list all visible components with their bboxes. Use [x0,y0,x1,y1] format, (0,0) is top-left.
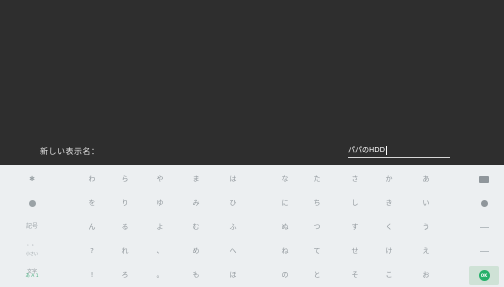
kana-key[interactable]: け [374,239,404,263]
dash-key[interactable] [466,239,502,263]
kana-key[interactable]: め [181,239,211,263]
kana-key[interactable]: ? [77,239,107,263]
kana-key[interactable]: ! [77,263,107,287]
kana-key[interactable]: す [340,215,370,239]
kana-key[interactable]: ま [181,167,211,191]
keyboard-row-1: ✱ わ ら や ま は な た さ か あ [0,167,504,191]
kana-key[interactable]: れ [110,239,140,263]
kana-key[interactable]: く [374,215,404,239]
symbols-key[interactable]: 記号 [14,215,50,239]
kana-key[interactable]: ろ [110,263,140,287]
kana-key[interactable]: ぬ [270,215,300,239]
kana-key[interactable]: り [110,191,140,215]
kana-key[interactable]: へ [218,239,248,263]
kana-key[interactable]: あ [411,167,441,191]
dash-icon [479,250,489,252]
kana-key[interactable]: に [270,191,300,215]
cursor-right-icon [480,199,488,207]
star-key[interactable]: ✱ [14,167,50,191]
keyboard-row-4: ゛゜ 小さい ? れ 、 め へ ね て せ け え [0,239,504,263]
enter-button[interactable]: OK [466,263,502,287]
kana-key[interactable]: む [181,215,211,239]
backspace-icon [479,175,489,183]
kana-key[interactable]: を [77,191,107,215]
kana-key[interactable]: ら [110,167,140,191]
enter-icon: OK [478,269,490,281]
kana-key[interactable]: い [411,191,441,215]
kana-key[interactable]: か [374,167,404,191]
kana-key[interactable]: や [145,167,175,191]
keyboard-row-5: 文字 あ A 1 ! ろ 。 も ほ の と そ こ お OK [0,263,504,287]
kana-key[interactable]: ゆ [145,191,175,215]
star-icon: ✱ [29,174,35,183]
kana-key[interactable]: み [181,191,211,215]
kana-key[interactable]: せ [340,239,370,263]
kana-key[interactable]: ね [270,239,300,263]
kana-key[interactable]: わ [77,167,107,191]
kana-key[interactable]: こ [374,263,404,287]
kana-key[interactable]: る [110,215,140,239]
kana-key[interactable]: そ [340,263,370,287]
kana-key[interactable]: 、 [145,239,175,263]
display-name-input[interactable]: パパのHDD [348,143,450,158]
kana-key[interactable]: ほ [218,263,248,287]
kana-key[interactable]: ひ [218,191,248,215]
keyboard-row-2: を り ゆ み ひ に ち し き い [0,191,504,215]
text-caret [386,145,388,155]
kana-key[interactable]: て [302,239,332,263]
input-mode-key[interactable]: 文字 あ A 1 [14,263,50,287]
kana-key[interactable]: さ [340,167,370,191]
small-kana-key[interactable]: ゛゜ 小さい [14,239,50,263]
kana-key[interactable]: も [181,263,211,287]
display-name-label: 新しい表示名： [40,147,100,156]
kana-key[interactable]: つ [302,215,332,239]
dash-key[interactable] [466,215,502,239]
software-keyboard: ✱ わ ら や ま は な た さ か あ を り ゆ み ひ に ち し き … [0,165,504,287]
kana-key[interactable]: 。 [145,263,175,287]
kana-key[interactable]: う [411,215,441,239]
kana-key[interactable]: ち [302,191,332,215]
keyboard-row-3: 記号 ん る よ む ふ ぬ つ す く う [0,215,504,239]
dialog-area [0,0,504,165]
kana-key[interactable]: よ [145,215,175,239]
kana-key[interactable]: お [411,263,441,287]
kana-key[interactable]: し [340,191,370,215]
globe-icon [28,199,36,207]
cursor-right-key[interactable] [466,191,502,215]
kana-key[interactable]: は [218,167,248,191]
kana-key[interactable]: な [270,167,300,191]
kana-key[interactable]: え [411,239,441,263]
small-kana-label: 小さい [26,250,38,256]
display-name-value: パパのHDD [348,146,386,154]
backspace-key[interactable] [466,167,502,191]
dash-icon [479,226,489,228]
kana-key[interactable]: の [270,263,300,287]
kana-key[interactable]: き [374,191,404,215]
kana-key[interactable]: ん [77,215,107,239]
kana-key[interactable]: た [302,167,332,191]
kana-key[interactable]: ふ [218,215,248,239]
globe-key[interactable] [14,191,50,215]
kana-key[interactable]: と [302,263,332,287]
input-mode-options: あ A 1 [25,274,39,280]
